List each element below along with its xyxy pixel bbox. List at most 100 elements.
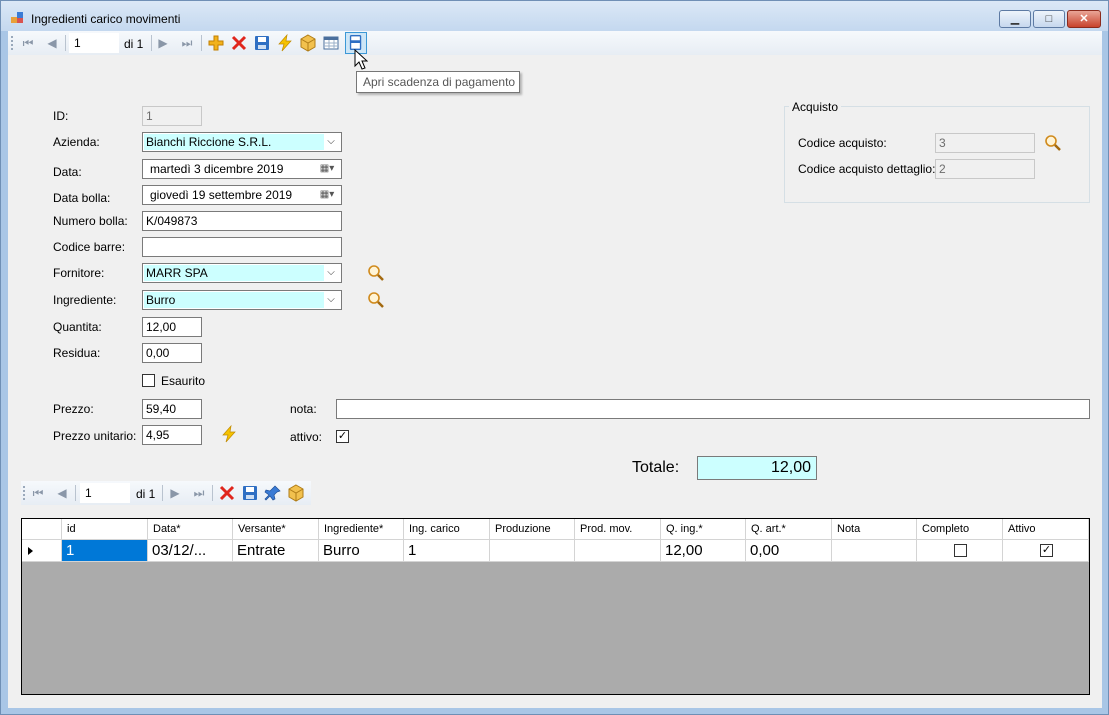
column-header-prod-mov[interactable]: Prod. mov.: [575, 519, 661, 540]
codice-acquisto-dettaglio-label: Codice acquisto dettaglio:: [798, 162, 936, 176]
column-header-ing-carico[interactable]: Ing. carico: [404, 519, 490, 540]
grid-corner-cell[interactable]: [22, 519, 62, 540]
quantita-label: Quantita:: [53, 320, 102, 334]
codice-barre-field[interactable]: [142, 237, 342, 257]
cell-id[interactable]: 1: [62, 540, 148, 562]
codice-barre-label: Codice barre:: [53, 240, 126, 254]
lightning-icon[interactable]: [276, 34, 294, 52]
data-datepicker[interactable]: martedì 3 dicembre 2019 ▦▾: [142, 159, 342, 179]
acquisto-groupbox: Acquisto Codice acquisto: 3 Codice acqui…: [784, 100, 1090, 203]
position-input[interactable]: 1: [69, 33, 119, 53]
lightning-icon[interactable]: [220, 425, 238, 443]
chevron-down-icon[interactable]: ⌵: [323, 133, 339, 151]
cell-prod-mov[interactable]: [575, 540, 661, 562]
search-icon[interactable]: [367, 291, 385, 309]
prezzo-label: Prezzo:: [53, 402, 94, 416]
attivo-checkbox[interactable]: ✓: [336, 430, 349, 443]
completo-checkbox[interactable]: [954, 544, 967, 557]
row-header[interactable]: [22, 540, 62, 562]
quantita-field[interactable]: 12,00: [142, 317, 202, 337]
column-header-completo[interactable]: Completo: [917, 519, 1003, 540]
prezzo-field[interactable]: 59,40: [142, 399, 202, 419]
numero-bolla-field[interactable]: K/049873: [142, 211, 342, 231]
column-header-q-ing[interactable]: Q. ing.*: [661, 519, 746, 540]
cell-ing-carico[interactable]: 1: [404, 540, 490, 562]
attivo-cell-checkbox[interactable]: ✓: [1040, 544, 1053, 557]
chevron-down-icon[interactable]: ⌵: [323, 264, 339, 282]
move-next-icon[interactable]: ▶: [154, 34, 172, 52]
application-window: Ingredienti carico movimenti ▁ □ ✕ ⏮ ◀ 1…: [0, 0, 1109, 715]
cell-nota[interactable]: [832, 540, 917, 562]
column-header-attivo[interactable]: Attivo: [1003, 519, 1089, 540]
minimize-button[interactable]: ▁: [999, 10, 1031, 28]
move-last-icon[interactable]: ⏭: [190, 484, 208, 502]
chevron-down-icon[interactable]: ⌵: [323, 291, 339, 309]
codice-acquisto-dettaglio-field[interactable]: 2: [935, 159, 1035, 179]
cell-versante[interactable]: Entrate: [233, 540, 319, 562]
maximize-button[interactable]: □: [1033, 10, 1065, 28]
title-bar[interactable]: Ingredienti carico movimenti ▁ □ ✕: [1, 1, 1108, 31]
attivo-label: attivo:: [290, 430, 323, 444]
cell-q-ing[interactable]: 12,00: [661, 540, 746, 562]
calendar-icon[interactable]: ▦▾: [315, 161, 339, 177]
form-client-area: ⏮ ◀ 1 di 1 ▶ ⏭ Apri scadenza di pagament…: [8, 31, 1102, 708]
detail-position-input[interactable]: 1: [80, 483, 130, 503]
move-last-icon[interactable]: ⏭: [178, 34, 196, 52]
id-field[interactable]: 1: [142, 106, 202, 126]
column-header-q-art[interactable]: Q. art.*: [746, 519, 832, 540]
column-header-produzione[interactable]: Produzione: [490, 519, 575, 540]
totale-field[interactable]: 12,00: [697, 456, 817, 480]
column-header-ingrediente[interactable]: Ingrediente*: [319, 519, 404, 540]
cell-attivo[interactable]: ✓: [1003, 540, 1089, 562]
toolbar-separator: [201, 35, 202, 51]
cell-q-art[interactable]: 0,00: [746, 540, 832, 562]
move-first-icon[interactable]: ⏮: [29, 484, 47, 502]
cell-ingrediente[interactable]: Burro: [319, 540, 404, 562]
move-next-icon[interactable]: ▶: [166, 484, 184, 502]
prezzo-unitario-field[interactable]: 4,95: [142, 425, 202, 445]
search-icon[interactable]: [367, 264, 385, 282]
add-new-icon[interactable]: [207, 34, 225, 52]
toolbar-grip[interactable]: [23, 486, 25, 501]
cell-produzione[interactable]: [490, 540, 575, 562]
azienda-combobox[interactable]: Bianchi Riccione S.R.L. ⌵: [142, 132, 342, 152]
column-header-data[interactable]: Data*: [148, 519, 233, 540]
calendar-icon[interactable]: ▦▾: [315, 187, 339, 203]
search-icon[interactable]: [1044, 134, 1062, 152]
ingrediente-label: Ingrediente:: [53, 293, 117, 307]
residua-field[interactable]: 0,00: [142, 343, 202, 363]
fornitore-combobox[interactable]: MARR SPA ⌵: [142, 263, 342, 283]
ingrediente-combobox[interactable]: Burro ⌵: [142, 290, 342, 310]
data-bolla-datepicker[interactable]: giovedì 19 settembre 2019 ▦▾: [142, 185, 342, 205]
toolbar-separator: [65, 35, 66, 51]
table-row[interactable]: 1 03/12/... Entrate Burro 1 12,00 0,00 ✓: [22, 540, 1089, 562]
data-bolla-label: Data bolla:: [53, 191, 111, 205]
data-label: Data:: [53, 165, 82, 179]
app-icon: [11, 12, 23, 23]
esaurito-checkbox[interactable]: [142, 374, 155, 387]
toolbar-grip[interactable]: [11, 36, 13, 51]
column-header-versante[interactable]: Versante*: [233, 519, 319, 540]
column-header-id[interactable]: id: [62, 519, 148, 540]
detail-count-label: di 1: [136, 487, 156, 501]
fornitore-label: Fornitore:: [53, 266, 105, 280]
delete-icon[interactable]: [218, 484, 236, 502]
package-icon[interactable]: [299, 34, 317, 52]
save-icon[interactable]: [241, 484, 259, 502]
move-previous-icon[interactable]: ◀: [53, 484, 71, 502]
cell-completo[interactable]: [917, 540, 1003, 562]
id-label: ID:: [53, 109, 69, 123]
move-previous-icon[interactable]: ◀: [43, 34, 61, 52]
save-icon[interactable]: [253, 34, 271, 52]
move-first-icon[interactable]: ⏮: [19, 34, 37, 52]
movimenti-grid[interactable]: id Data* Versante* Ingrediente* Ing. car…: [21, 518, 1090, 695]
package-icon[interactable]: [287, 484, 305, 502]
table-icon[interactable]: [322, 34, 340, 52]
codice-acquisto-field[interactable]: 3: [935, 133, 1035, 153]
delete-icon[interactable]: [230, 34, 248, 52]
nota-field[interactable]: [336, 399, 1090, 419]
cell-data[interactable]: 03/12/...: [148, 540, 233, 562]
close-button[interactable]: ✕: [1067, 10, 1101, 28]
column-header-nota[interactable]: Nota: [832, 519, 917, 540]
pin-icon[interactable]: [264, 484, 282, 502]
